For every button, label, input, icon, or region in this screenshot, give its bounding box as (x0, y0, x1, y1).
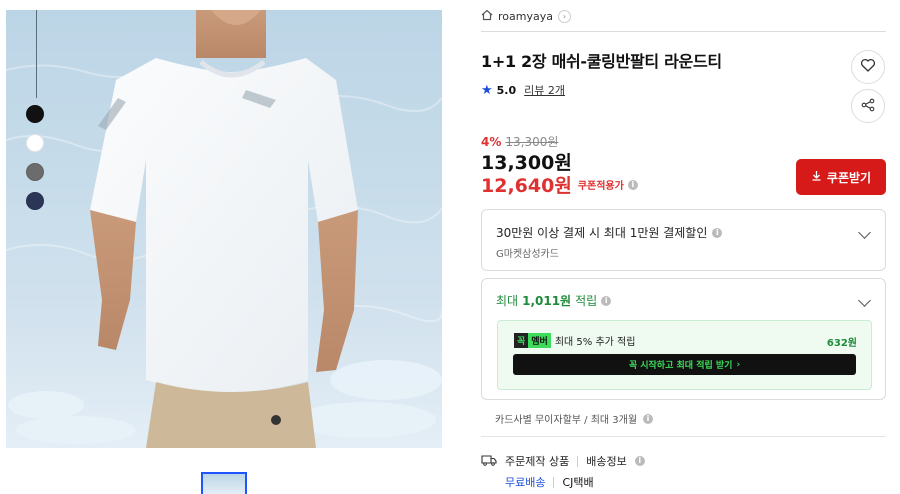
separator (553, 476, 555, 488)
shipping-detail-row: 무료배송 CJ택배 (505, 474, 594, 490)
share-button[interactable] (851, 89, 885, 123)
product-title: 1+1 2장 매쉬-쿨링반팔티 라운드티 (481, 52, 722, 71)
card-discount-panel[interactable]: 30만원 이상 결제 시 최대 1만원 결제할인 i G마켓삼성카드 (481, 209, 886, 271)
truck-icon (481, 454, 497, 469)
divider (481, 31, 886, 32)
info-icon[interactable]: i (601, 295, 612, 306)
member-benefit-box: 꼭 멤버 최대 5% 추가 적립 632원 꼭 시작하고 최대 적립 받기 › (497, 320, 872, 390)
card-discount-subtitle: G마켓삼성카드 (496, 249, 559, 260)
product-thumbnail[interactable] (201, 472, 247, 494)
coupon-price: 12,640원 (481, 175, 572, 197)
installment-row: 카드사별 무이자할부 / 최대 3개월 i (495, 411, 654, 426)
points-header: 최대 1,011원 적립 i (496, 292, 612, 309)
color-swatch-navy[interactable] (26, 192, 44, 210)
coupon-applied-label: 쿠폰적용가 (577, 181, 624, 192)
rating: ★ 5.0 리뷰 2개 (481, 82, 565, 98)
color-swatch-list (26, 105, 44, 210)
shipping-row: 주문제작 상품 배송정보 i (481, 453, 645, 469)
color-swatch-black[interactable] (26, 105, 44, 123)
store-link[interactable]: roamyaya › (481, 9, 571, 24)
coupon-button-label: 쿠폰받기 (826, 170, 872, 185)
review-link[interactable]: 리뷰 2개 (524, 82, 565, 98)
points-panel[interactable]: 최대 1,011원 적립 i 꼭 멤버 최대 5% 추가 적립 632원 꼭 시… (481, 278, 886, 400)
coupon-download-button[interactable]: 쿠폰받기 (796, 159, 886, 195)
info-icon[interactable]: i (634, 456, 645, 466)
member-benefit-amount: 632원 (826, 338, 857, 349)
shipping-order-label: 주문제작 상품 (505, 455, 570, 468)
shipping-info-label: 배송정보 (586, 455, 627, 468)
wishlist-button[interactable] (851, 50, 885, 84)
info-icon[interactable]: i (627, 179, 638, 190)
color-swatch-white[interactable] (26, 134, 44, 152)
thumbnail-divider (36, 10, 37, 98)
product-photo (6, 10, 442, 448)
product-main-image[interactable] (6, 10, 442, 448)
home-icon (481, 9, 493, 24)
info-icon[interactable]: i (643, 413, 654, 424)
card-discount-title: 30만원 이상 결제 시 최대 1만원 결제할인 (496, 226, 708, 240)
chevron-right-icon: › (736, 359, 741, 370)
points-prefix: 최대 (496, 294, 519, 308)
member-benefit-line: 꼭 멤버 최대 5% 추가 적립 (514, 333, 635, 348)
star-icon: ★ (481, 82, 493, 98)
divider (481, 436, 886, 437)
points-amount: 1,011원 (522, 294, 572, 308)
info-icon[interactable]: i (712, 227, 723, 238)
chevron-down-icon[interactable] (858, 226, 871, 239)
card-discount-title-row: 30만원 이상 결제 시 최대 1만원 결제할인 i (496, 224, 723, 241)
free-shipping-label: 무료배송 (505, 476, 546, 489)
store-name[interactable]: roamyaya (498, 10, 553, 23)
rating-score: 5.0 (496, 83, 517, 97)
coupon-price-row: 12,640원 쿠폰적용가 i (481, 171, 638, 198)
member-start-label: 꼭 시작하고 최대 적립 받기 (628, 361, 733, 371)
member-badge-label: 멤버 (528, 333, 551, 348)
heart-icon (860, 57, 876, 77)
chevron-down-icon[interactable] (858, 294, 871, 307)
points-suffix: 적립 (575, 294, 598, 308)
discount-percent: 4% (481, 134, 502, 149)
download-icon (811, 170, 822, 184)
member-benefit-text: 최대 5% 추가 적립 (554, 337, 636, 348)
installment-text: 카드사별 무이자할부 / 최대 3개월 (495, 415, 638, 426)
member-badge: 꼭 (514, 333, 529, 348)
color-swatch-gray[interactable] (26, 163, 44, 181)
member-start-button[interactable]: 꼭 시작하고 최대 적립 받기 › (513, 354, 856, 375)
chevron-right-icon: › (557, 10, 571, 23)
carrier-label: CJ택배 (562, 476, 594, 489)
share-icon (861, 97, 875, 116)
separator (577, 455, 579, 467)
